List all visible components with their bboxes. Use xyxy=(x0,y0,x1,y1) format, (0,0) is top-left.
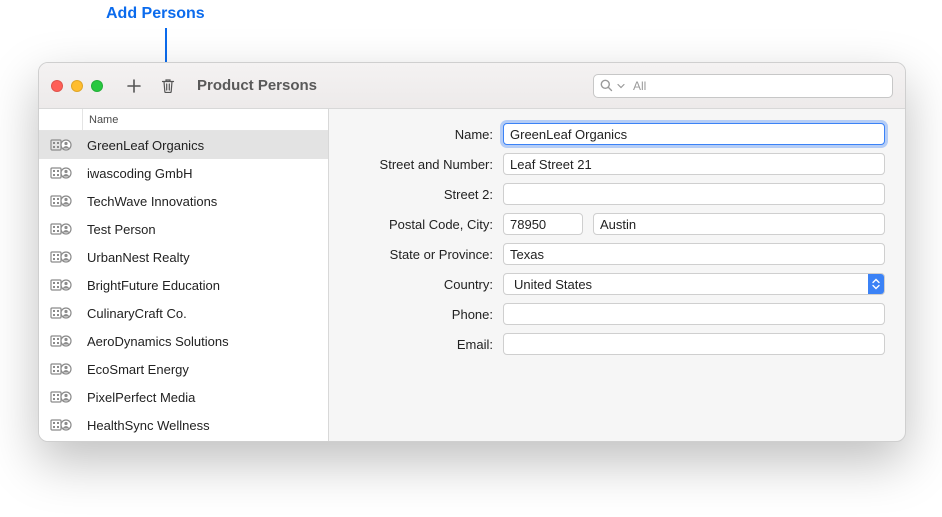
window-toolbar: Product Persons All xyxy=(39,63,905,109)
label-name: Name: xyxy=(349,127,493,142)
list-item-label: CulinaryCraft Co. xyxy=(83,306,328,321)
company-person-icon xyxy=(39,277,83,293)
list-item-label: Test Person xyxy=(83,222,328,237)
state-input[interactable] xyxy=(503,243,885,265)
list-item[interactable]: GreenLeaf Organics xyxy=(39,131,328,159)
list-item-label: TechWave Innovations xyxy=(83,194,328,209)
sidebar-column-name[interactable]: Name xyxy=(83,109,328,130)
list-item[interactable]: iwascoding GmbH xyxy=(39,159,328,187)
chevron-down-icon xyxy=(872,284,880,290)
company-person-icon xyxy=(39,305,83,321)
list-item[interactable]: HealthSync Wellness xyxy=(39,411,328,439)
country-select[interactable] xyxy=(503,273,885,295)
window-title: Product Persons xyxy=(197,77,585,94)
list-item-label: BrightFuture Education xyxy=(83,278,328,293)
search-icon xyxy=(600,79,613,92)
label-email: Email: xyxy=(349,337,493,352)
label-phone: Phone: xyxy=(349,307,493,322)
postal-input[interactable] xyxy=(503,213,583,235)
search-field[interactable]: All xyxy=(593,74,893,98)
phone-input[interactable] xyxy=(503,303,885,325)
annotation-label: Add Persons xyxy=(106,5,205,23)
persons-sidebar: Name GreenLeaf Organics iwascoding GmbH Te… xyxy=(39,109,329,441)
list-item[interactable]: BrightFuture Education xyxy=(39,271,328,299)
trash-icon xyxy=(161,78,175,93)
list-item[interactable]: EcoSmart Energy xyxy=(39,355,328,383)
company-person-icon xyxy=(39,221,83,237)
company-person-icon xyxy=(39,333,83,349)
list-item-label: GreenLeaf Organics xyxy=(83,138,328,153)
search-placeholder: All xyxy=(633,79,886,93)
list-item-label: PixelPerfect Media xyxy=(83,390,328,405)
sidebar-column-headers: Name xyxy=(39,109,328,131)
list-item-label: EcoSmart Energy xyxy=(83,362,328,377)
close-window-button[interactable] xyxy=(51,80,63,92)
list-item[interactable]: Test Person xyxy=(39,215,328,243)
company-person-icon xyxy=(39,361,83,377)
list-item[interactable]: CulinaryCraft Co. xyxy=(39,299,328,327)
add-person-button[interactable] xyxy=(121,73,147,99)
list-item[interactable]: AeroDynamics Solutions xyxy=(39,327,328,355)
label-street1: Street and Number: xyxy=(349,157,493,172)
country-select-stepper[interactable] xyxy=(868,274,884,294)
street2-input[interactable] xyxy=(503,183,885,205)
company-person-icon xyxy=(39,389,83,405)
list-item-label: UrbanNest Realty xyxy=(83,250,328,265)
plus-icon xyxy=(126,78,142,94)
label-country: Country: xyxy=(349,277,493,292)
person-form: Name: Street and Number: Street 2: Posta… xyxy=(329,109,905,441)
list-item-label: AeroDynamics Solutions xyxy=(83,334,328,349)
list-item-label: iwascoding GmbH xyxy=(83,166,328,181)
list-item-label: HealthSync Wellness xyxy=(83,418,328,433)
list-item[interactable]: TechWave Innovations xyxy=(39,187,328,215)
minimize-window-button[interactable] xyxy=(71,80,83,92)
label-street2: Street 2: xyxy=(349,187,493,202)
label-state: State or Province: xyxy=(349,247,493,262)
company-person-icon xyxy=(39,193,83,209)
window-controls xyxy=(51,80,103,92)
email-input[interactable] xyxy=(503,333,885,355)
chevron-down-icon xyxy=(617,82,625,90)
company-person-icon xyxy=(39,249,83,265)
company-person-icon xyxy=(39,417,83,433)
name-input[interactable] xyxy=(503,123,885,145)
street1-input[interactable] xyxy=(503,153,885,175)
persons-list[interactable]: GreenLeaf Organics iwascoding GmbH TechWav… xyxy=(39,131,328,441)
label-postal-city: Postal Code, City: xyxy=(349,217,493,232)
city-input[interactable] xyxy=(593,213,885,235)
company-person-icon xyxy=(39,137,83,153)
delete-person-button[interactable] xyxy=(155,73,181,99)
product-persons-window: Product Persons All Name GreenLeaf Organ… xyxy=(38,62,906,442)
company-person-icon xyxy=(39,165,83,181)
list-item[interactable]: UrbanNest Realty xyxy=(39,243,328,271)
list-item[interactable]: PixelPerfect Media xyxy=(39,383,328,411)
zoom-window-button[interactable] xyxy=(91,80,103,92)
